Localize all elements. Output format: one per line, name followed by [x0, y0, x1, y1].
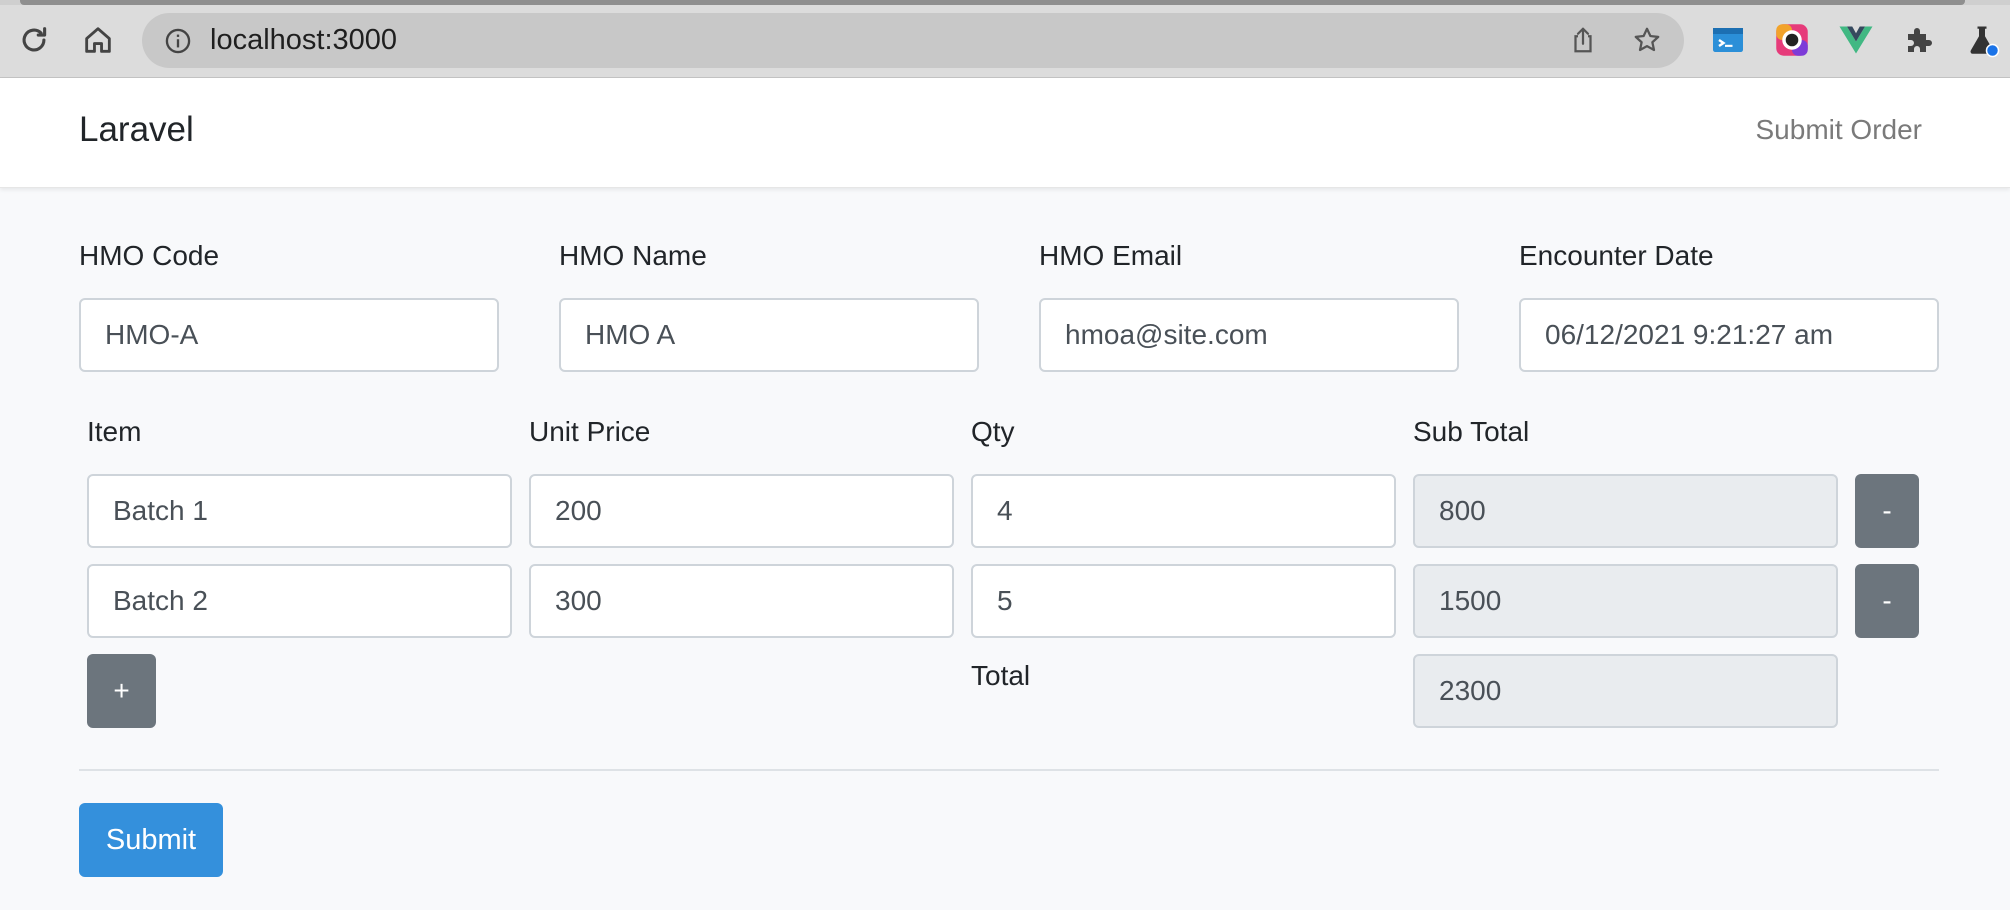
- remove-row-button[interactable]: -: [1855, 474, 1919, 548]
- total-label: Total: [971, 660, 1031, 691]
- star-icon[interactable]: [1632, 25, 1662, 55]
- add-row-button[interactable]: +: [87, 654, 156, 728]
- hmo-code-label: HMO Code: [79, 240, 220, 271]
- address-bar[interactable]: localhost:3000: [142, 13, 1684, 68]
- sub-total-field: 800: [1413, 474, 1838, 548]
- sub-total-field: 1500: [1413, 564, 1838, 638]
- color-extension-icon[interactable]: [1774, 22, 1810, 58]
- hmo-name-label: HMO Name: [559, 240, 707, 271]
- item-input[interactable]: Batch 1: [87, 474, 512, 548]
- column-header-sub-total: Sub Total: [1413, 416, 1530, 447]
- qty-input[interactable]: 5: [971, 564, 1396, 638]
- unit-price-input[interactable]: 200: [529, 474, 954, 548]
- browser-toolbar: localhost:3000: [0, 0, 2010, 78]
- form-divider: [79, 769, 1939, 771]
- hmo-name-input[interactable]: HMO A: [559, 298, 979, 372]
- unit-price-input[interactable]: 300: [529, 564, 954, 638]
- tab-strip: [0, 0, 2010, 5]
- hmo-email-label: HMO Email: [1039, 240, 1183, 271]
- column-header-unit-price: Unit Price: [529, 416, 651, 447]
- remove-row-button[interactable]: -: [1855, 564, 1919, 638]
- info-icon[interactable]: [164, 27, 192, 55]
- vue-devtools-icon[interactable]: [1838, 22, 1874, 58]
- hmo-email-input[interactable]: hmoa@site.com: [1039, 298, 1459, 372]
- encounter-date-label: Encounter Date: [1519, 240, 1714, 271]
- brand-logo[interactable]: Laravel: [79, 110, 194, 150]
- extensions-puzzle-icon[interactable]: [1902, 22, 1938, 58]
- home-icon[interactable]: [78, 20, 118, 60]
- qty-input[interactable]: 4: [971, 474, 1396, 548]
- share-icon[interactable]: [1568, 25, 1598, 55]
- submit-order-link[interactable]: Submit Order: [1756, 114, 1923, 146]
- labs-flask-icon[interactable]: [1964, 22, 2000, 58]
- total-field: 2300: [1413, 654, 1838, 728]
- url-text[interactable]: localhost:3000: [210, 23, 397, 57]
- submit-button[interactable]: Submit: [79, 803, 223, 877]
- terminal-extension-icon[interactable]: [1710, 22, 1746, 58]
- encounter-date-input[interactable]: 06/12/2021 9:21:27 am: [1519, 298, 1939, 372]
- item-input[interactable]: Batch 2: [87, 564, 512, 638]
- reload-icon[interactable]: [14, 20, 54, 60]
- app-navbar: Laravel Submit Order: [0, 78, 2010, 188]
- hmo-code-input[interactable]: HMO-A: [79, 298, 499, 372]
- column-header-qty: Qty: [971, 416, 1015, 447]
- column-header-item: Item: [87, 416, 142, 447]
